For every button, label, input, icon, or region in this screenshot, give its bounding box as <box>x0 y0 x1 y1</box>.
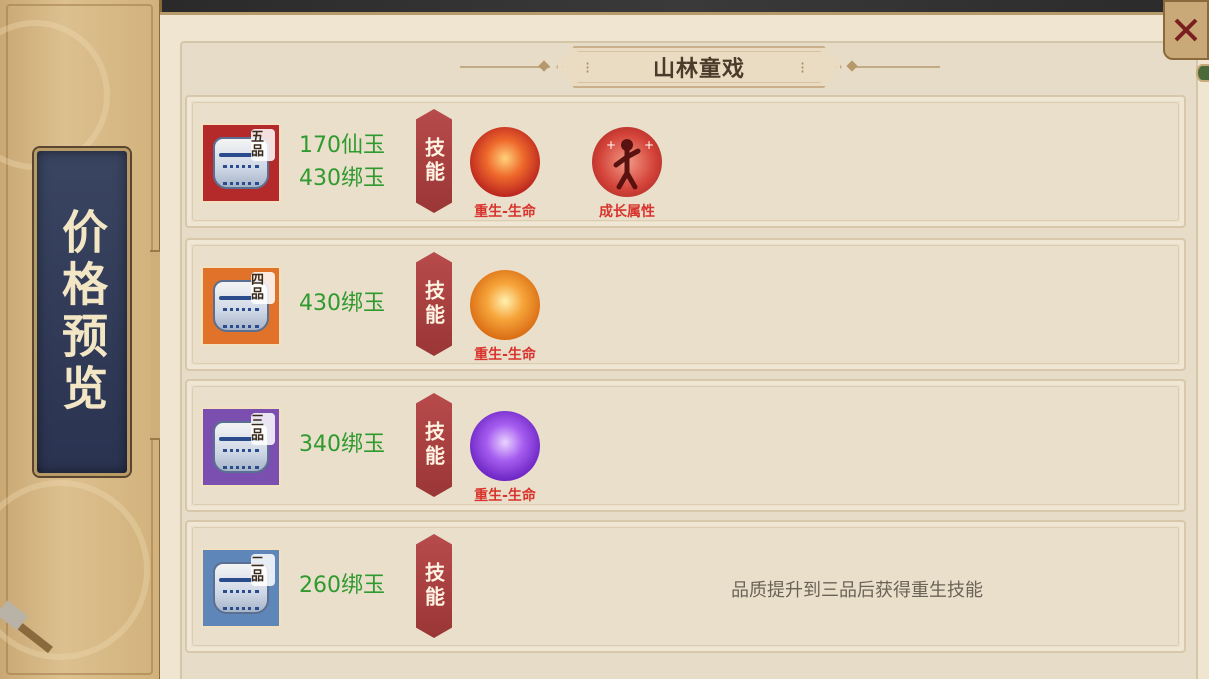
item-icon-grade-3[interactable]: 三品 <box>201 407 281 487</box>
cloud-ornament-icon: ⁝ <box>585 58 591 77</box>
price-row: 三品 340绑玉 技能 重生-生命 <box>185 379 1186 512</box>
skill-tag: 技能 <box>416 393 452 497</box>
skill-rebirth-life[interactable]: 重生-生命 <box>455 270 555 364</box>
side-banner: 价格预览 <box>0 0 162 679</box>
skill-rebirth-life[interactable]: 重生-生命 <box>455 127 555 221</box>
price-row: 二品 260绑玉 技能 品质提升到三品后获得重生技能 <box>185 520 1186 653</box>
side-title-plaque: 价格预览 <box>34 148 130 476</box>
phoenix-orange-icon <box>470 270 540 340</box>
close-button[interactable] <box>1163 0 1209 60</box>
phoenix-red-icon <box>470 127 540 197</box>
price-bangyu: 430绑玉 <box>299 166 385 191</box>
growth-figure-icon: + + <box>592 127 662 197</box>
grade-badge: 二品 <box>251 554 275 586</box>
page-title: 山林童戏 <box>652 57 745 82</box>
price-row: 四品 430绑玉 技能 重生-生命 <box>185 238 1186 371</box>
item-icon-grade-5[interactable]: 五品 <box>201 123 281 203</box>
skill-growth-attribute[interactable]: + + 成长属性 <box>577 127 677 221</box>
close-icon <box>1174 18 1198 42</box>
cloud-ornament-icon: ⁝ <box>800 58 806 77</box>
skill-tag: 技能 <box>416 534 452 638</box>
price-bangyu: 260绑玉 <box>299 573 385 598</box>
header-divider <box>460 66 550 68</box>
item-icon-grade-4[interactable]: 四品 <box>201 266 281 346</box>
item-icon-grade-2[interactable]: 二品 <box>201 548 281 628</box>
svg-text:+: + <box>606 138 616 152</box>
skill-rebirth-life[interactable]: 重生-生命 <box>455 411 555 505</box>
skill-tag: 技能 <box>416 109 452 213</box>
phoenix-purple-icon <box>470 411 540 481</box>
skill-label: 成长属性 <box>599 204 655 220</box>
grade-badge: 五品 <box>251 129 275 161</box>
brush-icon <box>0 600 53 654</box>
side-title: 价格预览 <box>55 208 109 416</box>
upgrade-hint: 品质提升到三品后获得重生技能 <box>731 580 983 601</box>
header-divider <box>850 66 940 68</box>
corner-gem-decoration <box>1196 64 1209 82</box>
skill-tag: 技能 <box>416 252 452 356</box>
grade-badge: 四品 <box>251 272 275 304</box>
price-bangyu: 430绑玉 <box>299 291 385 316</box>
price-xianyu: 170仙玉 <box>299 133 385 158</box>
price-row: 五品 170仙玉 430绑玉 技能 重生-生命 + + 成长属性 <box>185 95 1186 228</box>
skill-label: 重生-生命 <box>474 488 536 504</box>
svg-text:+: + <box>644 138 654 152</box>
skill-label: 重生-生命 <box>474 204 536 220</box>
skill-label: 重生-生命 <box>474 347 536 363</box>
grade-badge: 三品 <box>251 413 275 445</box>
price-bangyu: 340绑玉 <box>299 432 385 457</box>
